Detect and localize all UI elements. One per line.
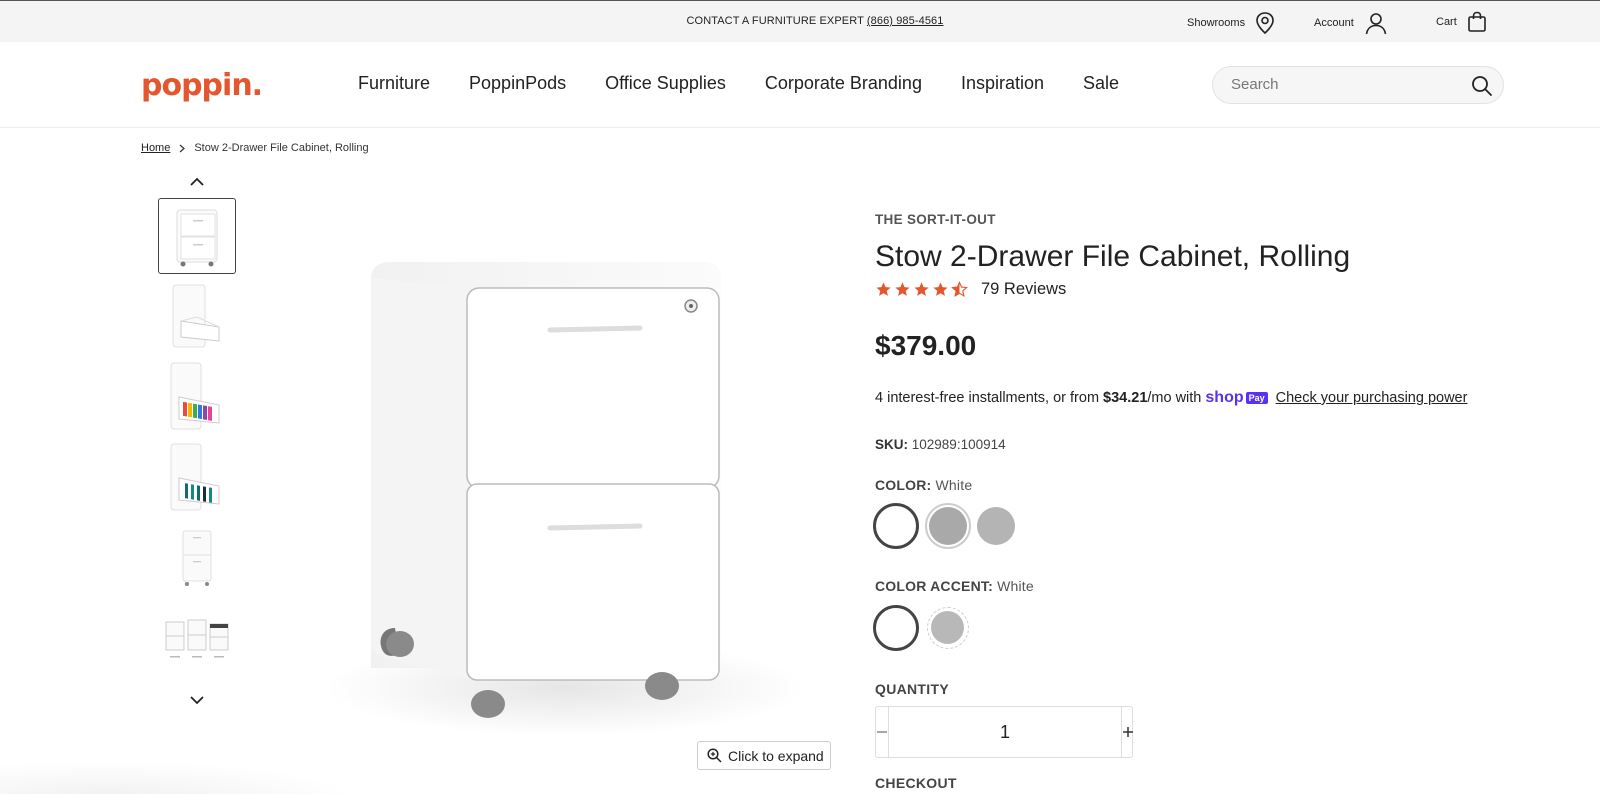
quantity-increase-button[interactable]: [1121, 707, 1134, 757]
color-swatch-gray[interactable]: [925, 503, 971, 549]
nav-furniture[interactable]: Furniture: [358, 73, 430, 94]
bottom-shadow: [0, 760, 360, 794]
installments-suffix: /mo with: [1147, 390, 1202, 406]
star-rating: [875, 281, 968, 298]
half-star-icon: [951, 281, 968, 298]
checkout-label: CHECKOUT: [875, 775, 957, 791]
cabinet-small-front-thumbnail: [182, 530, 212, 586]
chevron-up-icon[interactable]: [187, 175, 207, 189]
plus-icon: [1123, 727, 1133, 737]
collection-name: THE SORT-IT-OUT: [875, 212, 996, 227]
shop-pay-logo: shop Pay: [1205, 389, 1268, 407]
chevron-right-icon: [179, 144, 186, 152]
cabinet-hanging-files-thumbnail: [170, 443, 220, 511]
color-accent-option-label: COLOR ACCENT: White: [875, 578, 1034, 594]
expand-label: Click to expand: [728, 747, 824, 764]
search-icon[interactable]: [1471, 75, 1493, 97]
nav-poppinpods[interactable]: PoppinPods: [469, 73, 566, 94]
star-icon: [876, 282, 891, 296]
breadcrumb: Home Stow 2-Drawer File Cabinet, Rolling: [141, 142, 369, 154]
thumbnail-6[interactable]: [158, 600, 236, 676]
product-main-image[interactable]: [295, 248, 815, 738]
quantity-decrease-button[interactable]: [876, 707, 889, 757]
poppin-logo[interactable]: poppin.: [141, 68, 263, 103]
thumbnail-5[interactable]: [158, 520, 236, 596]
breadcrumb-current: Stow 2-Drawer File Cabinet, Rolling: [194, 142, 369, 154]
quantity-input[interactable]: [889, 707, 1121, 757]
thumbnail-4[interactable]: [158, 440, 236, 516]
cabinet-open-drawer-thumbnail: [172, 284, 220, 348]
shopping-bag-icon: [1467, 11, 1486, 32]
breadcrumb-home[interactable]: Home: [141, 142, 170, 154]
chevron-down-icon[interactable]: [187, 693, 207, 707]
sku-value: 102989:100914: [911, 437, 1006, 452]
quantity-stepper: [875, 706, 1133, 758]
reviews-link[interactable]: 79 Reviews: [981, 280, 1066, 299]
nav-inspiration[interactable]: Inspiration: [961, 73, 1044, 94]
installments-prefix: 4 interest-free installments, or from: [875, 390, 1100, 406]
click-to-expand-button[interactable]: Click to expand: [697, 741, 831, 770]
showrooms-link[interactable]: Showrooms: [1187, 11, 1275, 35]
color-swatch-light-gray[interactable]: [977, 507, 1015, 545]
cabinet-front-thumbnail: [176, 209, 218, 267]
color-option-label: COLOR: White: [875, 477, 972, 493]
cart-label: Cart: [1436, 16, 1457, 28]
user-icon: [1365, 13, 1387, 35]
nav-corporate-branding[interactable]: Corporate Branding: [765, 73, 922, 94]
star-icon: [914, 282, 929, 296]
star-icon: [895, 282, 910, 296]
search-input[interactable]: [1231, 76, 1461, 93]
color-swatch-gray-fill: [929, 507, 967, 545]
cabinet-size-comparison-thumbnail: [165, 619, 229, 658]
installments-info: 4 interest-free installments, or from $3…: [875, 389, 1467, 407]
star-icon: [933, 282, 948, 296]
main-nav: Furniture PoppinPods Office Supplies Cor…: [358, 73, 1119, 94]
cart-link[interactable]: Cart: [1436, 11, 1487, 33]
nav-office-supplies[interactable]: Office Supplies: [605, 73, 726, 94]
showrooms-label: Showrooms: [1187, 17, 1246, 29]
product-rating[interactable]: 79 Reviews: [875, 280, 1066, 299]
accent-swatch-white[interactable]: [873, 605, 919, 651]
shop-pay-badge: Pay: [1245, 392, 1268, 404]
sku-label: SKU:: [875, 437, 908, 452]
phone-link[interactable]: (866) 985-4561: [867, 15, 944, 27]
account-link[interactable]: Account: [1314, 11, 1388, 35]
nav-sale[interactable]: Sale: [1083, 73, 1119, 94]
color-swatch-white[interactable]: [873, 503, 919, 549]
search-box: [1212, 66, 1504, 104]
zoom-in-icon: [707, 748, 722, 763]
product-price: $379.00: [875, 330, 977, 361]
main-header: poppin. Furniture PoppinPods Office Supp…: [0, 42, 1600, 128]
accent-swatch-gray[interactable]: [927, 607, 969, 649]
thumbnail-1[interactable]: [158, 198, 236, 274]
location-pin-icon: [1256, 12, 1274, 35]
contact-text: CONTACT A FURNITURE EXPERT: [686, 15, 864, 27]
minus-icon: [877, 731, 887, 733]
utility-bar: CONTACT A FURNITURE EXPERT (866) 985-456…: [0, 0, 1600, 42]
cabinet-color-files-thumbnail: [170, 362, 220, 430]
quantity-label: QUANTITY: [875, 681, 949, 697]
color-value: White: [935, 477, 973, 493]
thumbnail-2[interactable]: [158, 278, 236, 354]
thumbnail-3[interactable]: [158, 359, 236, 435]
product-title: Stow 2-Drawer File Cabinet, Rolling: [875, 240, 1351, 273]
shop-pay-text: shop: [1205, 389, 1244, 406]
color-accent-value: White: [997, 578, 1034, 594]
color-accent-label: COLOR ACCENT:: [875, 578, 993, 594]
accent-swatch-gray-fill: [931, 611, 964, 644]
sku: SKU: 102989:100914: [875, 437, 1006, 452]
installments-amount: $34.21: [1103, 390, 1148, 406]
account-label: Account: [1314, 17, 1354, 29]
purchasing-power-link[interactable]: Check your purchasing power: [1276, 390, 1468, 406]
color-label: COLOR:: [875, 477, 932, 493]
